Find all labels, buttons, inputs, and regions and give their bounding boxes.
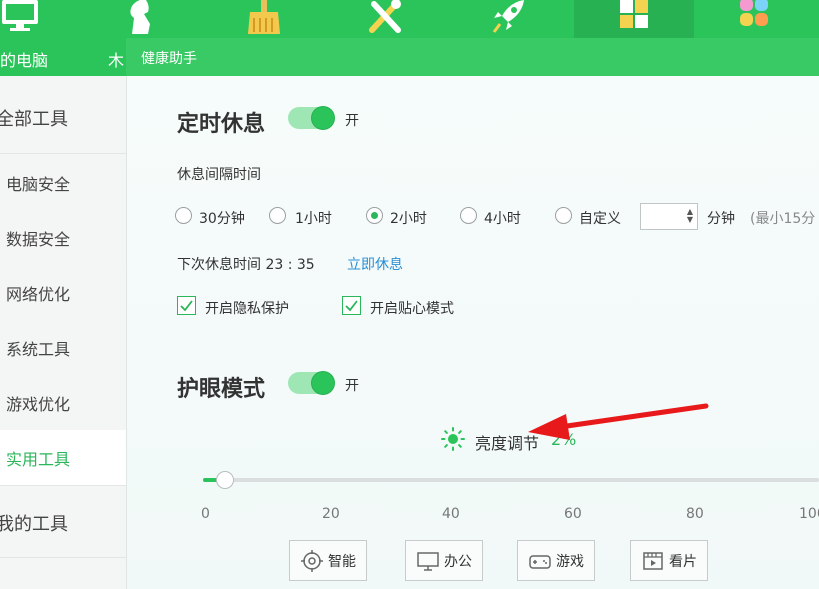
sidebar-item-my-tools[interactable]: 我的工具 (0, 495, 122, 550)
tick-label: 80 (686, 506, 704, 522)
monitor-icon[interactable] (0, 0, 80, 38)
divider (0, 557, 126, 558)
privacy-checkbox[interactable] (177, 296, 196, 315)
radio-label-custom: 自定义 (579, 211, 621, 227)
intimate-mode-checkbox[interactable] (342, 296, 361, 315)
radio-label-1h: 1小时 (295, 211, 332, 227)
rest-toggle[interactable] (288, 107, 334, 129)
radio-custom[interactable] (555, 207, 572, 224)
mode-game-label: 游戏 (556, 553, 584, 570)
rest-toggle-label: 开 (345, 113, 359, 129)
tools-icon[interactable] (326, 0, 446, 38)
eye-section-title: 护眼模式 (177, 377, 266, 402)
gear-icon (301, 549, 323, 572)
check-icon (345, 300, 358, 312)
custom-minutes-stepper[interactable]: ▲ ▼ (640, 203, 698, 230)
rest-now-link[interactable]: 立即休息 (347, 254, 403, 274)
toggle-knob (312, 107, 334, 129)
mode-smart-label: 智能 (328, 553, 356, 570)
sidebar-item-network-optimize[interactable]: 网络优化 (0, 265, 126, 320)
stepper-arrows-icon[interactable]: ▲ ▼ (687, 208, 693, 224)
radio-1h[interactable] (269, 207, 286, 224)
blocks-icon[interactable] (574, 0, 694, 38)
radio-label-30min: 30分钟 (199, 211, 245, 227)
toggle-knob (312, 372, 334, 394)
check-icon (180, 300, 193, 312)
min-hint: (最小15分 (750, 211, 816, 227)
gamepad-icon (529, 554, 551, 569)
broom-icon[interactable] (204, 0, 324, 38)
radio-4h[interactable] (460, 207, 477, 224)
horse-icon[interactable] (80, 0, 200, 38)
brightness-slider[interactable] (203, 471, 819, 489)
radio-label-2h: 2小时 (390, 211, 427, 227)
sidebar-item-practical-tools[interactable]: 实用工具 (0, 430, 126, 485)
divider (0, 153, 126, 154)
brightness-label: 亮度调节 (475, 434, 540, 453)
mode-smart-button[interactable]: 智能 (289, 540, 367, 581)
eye-toggle-label: 开 (345, 378, 359, 394)
rocket-icon[interactable] (450, 0, 570, 38)
tick-label: 20 (322, 506, 340, 522)
monitor-icon (417, 551, 439, 571)
sidebar-item-data-security[interactable]: 数据安全 (0, 210, 126, 265)
brightness-value: 2% (551, 430, 577, 449)
sidebar-item-all-tools[interactable]: 全部工具 (0, 90, 122, 145)
tick-label: 60 (564, 506, 582, 522)
sun-icon (441, 427, 465, 451)
film-icon (643, 551, 663, 570)
divider (0, 485, 126, 486)
intimate-mode-label: 开启贴心模式 (370, 301, 454, 317)
tick-label: 0 (201, 506, 210, 522)
sidebar: 全部工具 电脑安全 数据安全 网络优化 系统工具 游戏优化 实用工具 我的工具 (0, 76, 126, 589)
mode-office-button[interactable]: 办公 (405, 540, 483, 581)
sidebar-item-system-tools[interactable]: 系统工具 (0, 320, 126, 375)
next-rest-time: 下次休息时间 23 : 35 (177, 257, 315, 273)
radio-30min[interactable] (175, 207, 192, 224)
tick-label: 100 (799, 506, 819, 522)
radio-2h[interactable] (366, 207, 383, 224)
eye-toggle[interactable] (288, 372, 334, 394)
minute-unit: 分钟 (707, 211, 735, 227)
sidebar-item-computer-security[interactable]: 电脑安全 (0, 155, 126, 210)
sidebar-item-game-optimize[interactable]: 游戏优化 (0, 375, 126, 430)
mode-office-label: 办公 (444, 553, 472, 570)
flower-icon[interactable] (694, 0, 814, 38)
slider-handle[interactable] (215, 471, 234, 489)
mode-movie-label: 看片 (669, 553, 697, 570)
tab-wood[interactable]: 木 (108, 47, 124, 71)
mode-game-button[interactable]: 游戏 (517, 540, 595, 581)
privacy-label: 开启隐私保护 (205, 301, 289, 317)
radio-label-4h: 4小时 (484, 211, 521, 227)
dialog-title: 健康助手 (126, 38, 819, 76)
interval-label: 休息间隔时间 (177, 167, 261, 183)
rest-section-title: 定时休息 (177, 112, 266, 137)
tab-my-computer[interactable]: 的电脑 (0, 47, 48, 71)
tick-label: 40 (442, 506, 460, 522)
top-toolbar (0, 0, 819, 38)
mode-movie-button[interactable]: 看片 (630, 540, 708, 581)
